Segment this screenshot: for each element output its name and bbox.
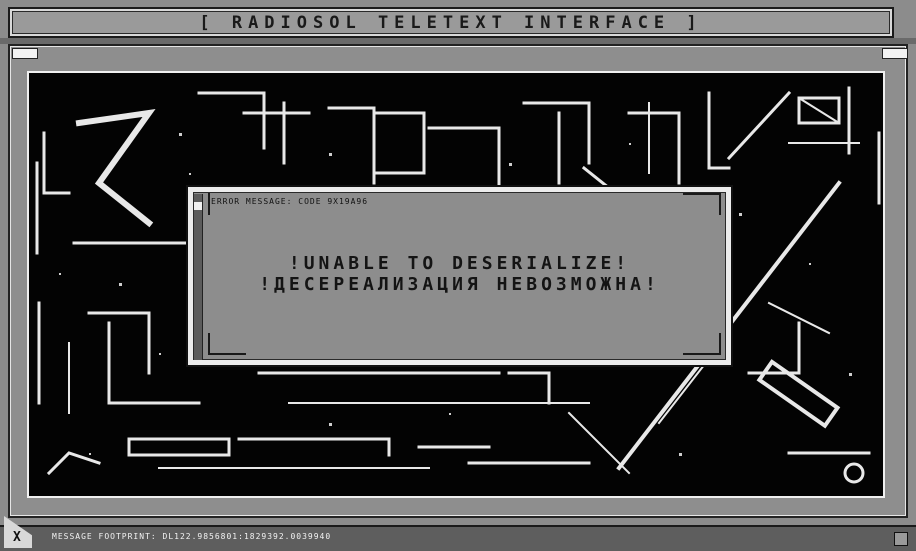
title-bar[interactable]: [ RADIOSOL TELETEXT INTERFACE ] [8,7,894,38]
status-footer: MESSAGE FOOTPRINT: DL122.9856801:1829392… [0,525,916,551]
error-dialog-header: ERROR MESSAGE: CODE 9X19A96 [211,197,369,206]
window-title: [ RADIOSOL TELETEXT INTERFACE ] [199,12,703,33]
message-footprint: MESSAGE FOOTPRINT: DL122.9856801:1829392… [52,532,332,541]
error-dialog[interactable]: ERROR MESSAGE: CODE 9X19A96 !UNABLE TO D… [186,185,733,367]
error-message-line-1: !UNABLE TO DESERIALIZE! [288,253,631,274]
dialog-corner-bracket [208,193,210,215]
resize-grip-icon[interactable] [894,532,908,546]
dialog-corner-bracket [683,333,721,355]
dialog-corner-bracket [683,193,721,215]
window-corner-tab-right [882,48,908,59]
dialog-corner-bracket [208,333,246,355]
dialog-stripe-nub [194,202,202,210]
close-icon: X [13,530,21,545]
window-corner-tab-left [12,48,38,59]
error-message-line-2: !ДЕСЕРЕАЛИЗАЦИЯ НЕВОЗМОЖНА! [259,274,660,295]
